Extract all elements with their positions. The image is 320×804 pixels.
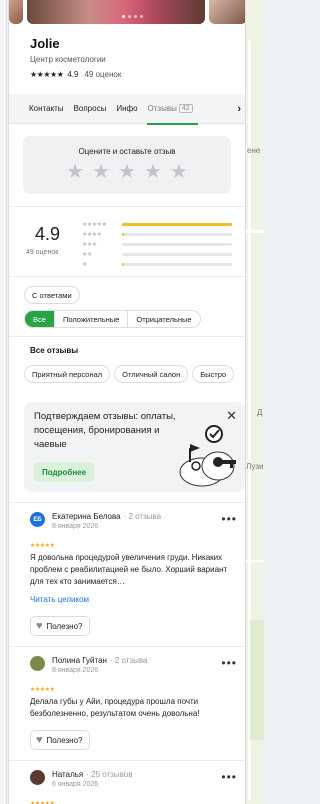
divider <box>9 206 245 207</box>
heart-icon: ♥ <box>36 734 43 746</box>
promo-text: Подтверждаем отзывы: оплаты, посещения, … <box>34 411 176 450</box>
rate-and-review-box: Оцените и оставьте отзыв ★ ★ ★ ★ ★ <box>23 136 231 194</box>
distribution-row: ★★★ <box>82 239 242 249</box>
left-sidebar-strip <box>0 0 7 804</box>
chevron-right-icon[interactable]: › <box>237 103 241 115</box>
review-tags: Приятный персонал Отличный салон Быстро <box>24 365 235 383</box>
verified-reviews-promo: Подтверждаем отзывы: оплаты, посещения, … <box>24 402 245 492</box>
distribution-bar <box>122 262 232 266</box>
divider <box>9 276 245 277</box>
reviewer-name[interactable]: Наталья · 25 отзывов <box>52 770 132 779</box>
photo-gallery[interactable] <box>9 0 245 24</box>
distribution-row: ★★ <box>82 249 242 259</box>
tag-chip[interactable]: Приятный персонал <box>24 365 111 383</box>
distribution-bar-fill <box>122 232 125 236</box>
distribution-row: ★★★★ <box>82 229 242 239</box>
more-options-icon[interactable]: ••• <box>221 770 237 784</box>
review-date: 8 января 2026 <box>52 667 99 674</box>
distribution-stars-icon: ★★ <box>82 251 92 258</box>
gallery-photo[interactable] <box>27 0 205 24</box>
tag-chip[interactable]: Быстро <box>192 365 235 383</box>
rate-prompt: Оцените и оставьте отзыв <box>78 147 176 156</box>
heart-icon: ♥ <box>36 620 43 632</box>
filter-positive[interactable]: Положительные <box>55 311 129 327</box>
star-icon[interactable]: ★ <box>170 162 188 182</box>
star-icon[interactable]: ★ <box>66 162 84 182</box>
filter-all[interactable]: Все <box>25 311 55 327</box>
reviews-count-badge: 42 <box>178 104 193 113</box>
map-label: ене <box>247 146 261 155</box>
distribution-row: ★ <box>82 259 242 269</box>
tag-chip[interactable]: Отличный салон <box>114 365 189 383</box>
divider <box>9 502 245 503</box>
business-card-panel: Jolie Центр косметологии ★★★★★ 4.9 49 оц… <box>8 0 246 804</box>
useful-button[interactable]: ♥ Полезно? <box>30 730 91 750</box>
gallery-photo[interactable] <box>209 0 245 24</box>
star-icon[interactable]: ★ <box>144 162 162 182</box>
tab-info[interactable]: Инфо <box>111 94 142 124</box>
reviewer-review-count: · 2 отзыва <box>123 512 162 521</box>
rating-count: 49 оценок <box>84 70 122 79</box>
reviewer-name[interactable]: Екатерина Белова · 2 отзыва <box>52 512 161 521</box>
distribution-stars-icon: ★★★★ <box>82 231 102 238</box>
summary-rating: 4.9 <box>35 224 61 244</box>
more-options-icon[interactable]: ••• <box>221 512 237 526</box>
distribution-stars-icon: ★★★★★ <box>82 221 107 228</box>
more-options-icon[interactable]: ••• <box>221 656 237 670</box>
tab-questions[interactable]: Вопросы <box>69 94 112 124</box>
filter-with-answers[interactable]: С ответами <box>24 286 80 304</box>
divider <box>9 646 245 647</box>
review-date: 6 января 2026 <box>52 781 99 788</box>
distribution-bar-fill <box>122 262 125 266</box>
distribution-stars-icon: ★★★ <box>82 241 97 248</box>
divider <box>9 760 245 761</box>
promo-more-button[interactable]: Подробнее <box>34 462 95 482</box>
star-icon[interactable]: ★ <box>92 162 110 182</box>
all-reviews-title: Все отзывы <box>30 346 79 355</box>
reviewer-name[interactable]: Полина Гуйтан · 2 отзыва <box>52 656 148 665</box>
avatar[interactable]: ЕБ <box>30 512 45 527</box>
review-text: Делала губы у Айи, процедура прошла почт… <box>30 697 200 718</box>
distribution-bar-fill <box>122 222 232 226</box>
rating-stars-icon: ★★★★★ <box>30 70 64 79</box>
avatar[interactable] <box>30 770 45 785</box>
sentiment-filter: Все Положительные Отрицательные <box>24 310 201 328</box>
business-category[interactable]: Центр косметологии <box>30 55 106 64</box>
distribution-bar <box>122 242 232 246</box>
rating-distribution: ★★★★★ ★★★★ ★★★ ★★ ★ <box>82 219 242 269</box>
review-date: 8 января 2026 <box>52 523 99 530</box>
tab-reviews[interactable]: Отзывы 42 <box>143 94 198 125</box>
useful-button[interactable]: ♥ Полезно? <box>30 616 91 636</box>
distribution-bar <box>122 252 232 256</box>
summary-count: 49 оценок <box>26 249 59 256</box>
business-rating[interactable]: ★★★★★ 4.9 49 оценок <box>30 70 121 79</box>
map-label: Д <box>257 408 263 417</box>
verification-illustration-icon <box>179 425 236 487</box>
avatar[interactable] <box>30 656 45 671</box>
divider <box>9 336 245 337</box>
read-more-link[interactable]: Читать целиком <box>30 595 89 604</box>
distribution-bar <box>122 232 232 236</box>
review-text: Я довольна процедурой увеличения груди. … <box>30 553 228 586</box>
rate-stars: ★ ★ ★ ★ ★ <box>23 162 231 182</box>
filter-negative[interactable]: Отрицательные <box>128 311 199 327</box>
gallery-photo[interactable] <box>9 0 23 24</box>
map-label: Лузи <box>246 462 264 471</box>
reviewer-review-count: · 2 отзыва <box>109 656 148 665</box>
review-stars: ★★★★★ <box>30 543 55 549</box>
gallery-pagination <box>122 15 143 18</box>
review-stars: ★★★★★ <box>30 687 55 693</box>
rating-value: 4.9 <box>67 70 79 79</box>
distribution-bar <box>122 222 232 226</box>
tab-contacts[interactable]: Контакты <box>9 94 69 124</box>
map-background[interactable]: ене Д Лузи <box>246 0 264 804</box>
distribution-row: ★★★★★ <box>82 219 242 229</box>
distribution-stars-icon: ★ <box>82 261 87 268</box>
star-icon[interactable]: ★ <box>118 162 136 182</box>
card-tabs: Контакты Вопросы Инфо Отзывы 42 › <box>9 94 245 125</box>
review-stars: ★★★★★ <box>30 801 55 804</box>
business-name: Jolie <box>30 36 60 51</box>
reviewer-review-count: · 25 отзывов <box>86 770 133 779</box>
